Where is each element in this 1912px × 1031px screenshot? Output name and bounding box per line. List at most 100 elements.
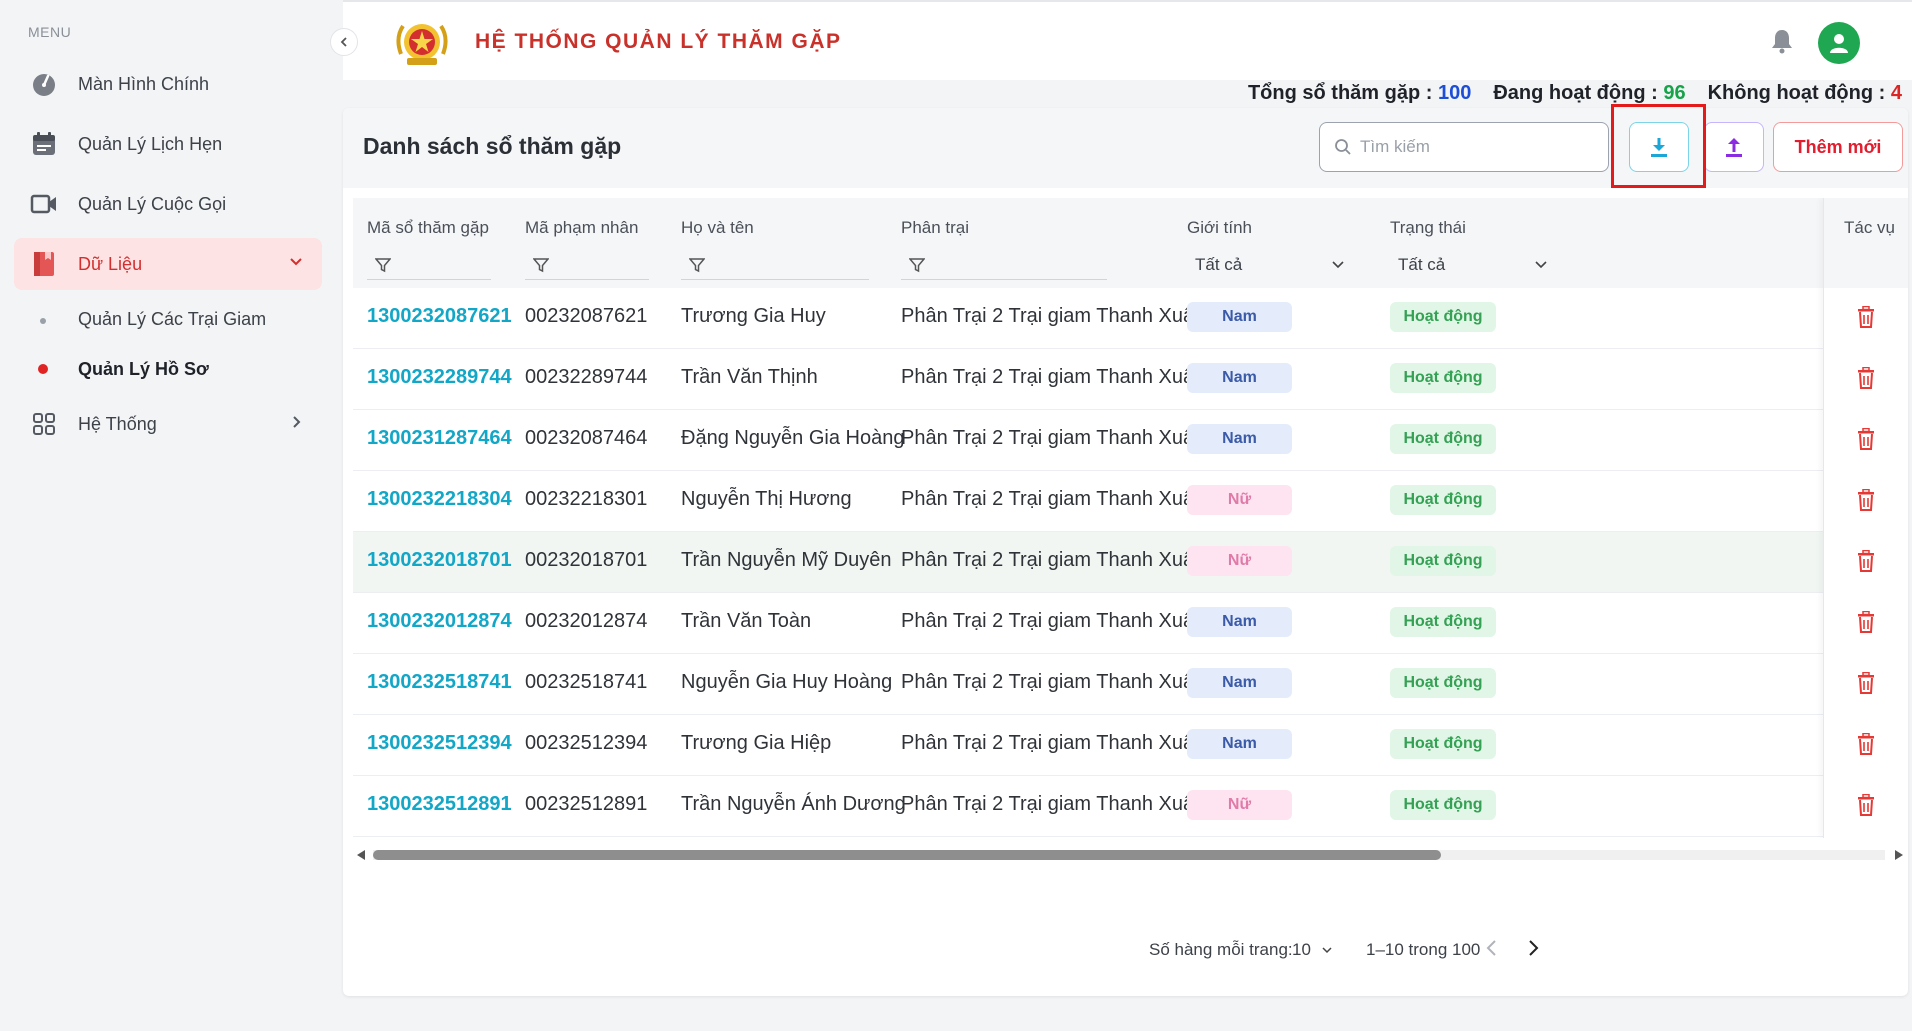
table-row[interactable]: 1300232012874 00232012874 Trần Văn Toàn Phâ… — [353, 593, 1908, 654]
grid-icon — [28, 408, 60, 440]
delete-trash-icon[interactable] — [1857, 366, 1875, 394]
chevron-right-icon — [288, 414, 304, 435]
scroll-left-arrow-icon[interactable] — [357, 850, 365, 860]
status-badge: Hoạt động — [1390, 302, 1496, 332]
filter-inmate[interactable] — [525, 250, 649, 280]
search-box[interactable] — [1319, 122, 1609, 172]
gender-badge: Nữ — [1187, 485, 1292, 515]
sidebar-subitem-records[interactable]: Quản Lý Hồ Sơ — [78, 359, 209, 380]
collapse-sidebar-button[interactable] — [330, 28, 358, 56]
stats-bar: Tổng sổ thăm gặp : 100 Đang hoạt động : … — [1248, 82, 1902, 105]
record-code-link[interactable]: 1300232218304 — [367, 488, 512, 511]
record-code-link[interactable]: 1300232087621 — [367, 305, 512, 328]
rows-per-page-select[interactable]: 10 — [1292, 940, 1333, 960]
search-input[interactable] — [1360, 137, 1590, 157]
full-name: Trần Nguyễn Mỹ Duyên — [681, 549, 892, 571]
table-row[interactable]: 130023250257100232502571Trần Văn HưngPhâ… — [353, 837, 1908, 838]
col-header-code[interactable]: Mã sổ thăm gặp — [367, 218, 489, 238]
prev-page-button[interactable] — [1484, 938, 1500, 963]
inmate-id: 00232218301 — [525, 488, 648, 510]
status-badge: Hoạt động — [1390, 546, 1496, 576]
user-avatar[interactable] — [1818, 22, 1860, 64]
status-badge: Hoạt động — [1390, 607, 1496, 637]
scroll-thumb[interactable] — [373, 850, 1441, 860]
sidebar-item-calls[interactable]: Quản Lý Cuộc Gọi — [14, 178, 322, 230]
table-row[interactable]: 1300232512394 00232512394 Trương Gia Hiệp P… — [353, 715, 1908, 776]
delete-trash-icon[interactable] — [1857, 427, 1875, 455]
full-name: Trần Văn Toàn — [681, 610, 812, 632]
upload-icon — [1726, 138, 1742, 157]
col-header-camp[interactable]: Phân trại — [901, 218, 969, 238]
pagination-range: 1–10 trong 100 — [1366, 940, 1481, 959]
inmate-id: 00232087464 — [525, 427, 648, 449]
record-code-link[interactable]: 1300231287464 — [367, 427, 512, 450]
col-header-inmate[interactable]: Mã phạm nhân — [525, 218, 638, 238]
table-row[interactable]: 1300232518741 00232518741 Nguyễn Gia Huy H… — [353, 654, 1908, 715]
add-new-button[interactable]: Thêm mới — [1773, 122, 1903, 172]
video-icon — [28, 188, 60, 220]
upload-button[interactable] — [1704, 122, 1764, 172]
record-code-link[interactable]: 1300232512394 — [367, 732, 512, 755]
delete-trash-icon[interactable] — [1857, 305, 1875, 333]
inmate-id: 00232512891 — [525, 793, 648, 815]
status-badge: Hoạt động — [1390, 668, 1496, 698]
scroll-right-arrow-icon[interactable] — [1895, 850, 1903, 860]
gender-badge: Nam — [1187, 729, 1292, 759]
gender-badge: Nam — [1187, 363, 1292, 393]
sidebar-subitem-camps[interactable]: Quản Lý Các Trại Giam — [78, 309, 266, 330]
delete-trash-icon[interactable] — [1857, 732, 1875, 760]
inmate-id: 00232512394 — [525, 732, 648, 754]
inmate-id: 00232518741 — [525, 671, 648, 693]
actions-column: Tác vụ — [1823, 198, 1908, 838]
status-badge: Hoạt động — [1390, 363, 1496, 393]
calendar-icon — [28, 128, 60, 160]
inmate-id: 00232087621 — [525, 305, 648, 327]
full-name: Đặng Nguyễn Gia Hoàng — [681, 427, 905, 449]
delete-trash-icon[interactable] — [1857, 793, 1875, 821]
police-emblem-logo — [393, 16, 451, 70]
sidebar-item-appointments[interactable]: Quản Lý Lịch Hẹn — [14, 118, 322, 170]
col-header-gender[interactable]: Giới tính — [1187, 218, 1252, 238]
table-row[interactable]: 1300232289744 00232289744 Trần Văn Thịnh Ph… — [353, 349, 1908, 410]
gender-filter-select[interactable]: Tất cả — [1195, 250, 1345, 280]
data-icon — [28, 248, 60, 280]
full-name: Nguyễn Gia Huy Hoàng — [681, 671, 893, 693]
sidebar-item-dashboard[interactable]: Màn Hình Chính — [14, 58, 322, 110]
sidebar-item-data[interactable]: Dữ Liệu — [14, 238, 322, 290]
record-code-link[interactable]: 1300232289744 — [367, 366, 512, 389]
filter-name[interactable] — [681, 250, 869, 280]
bell-icon[interactable] — [1770, 28, 1794, 59]
table-row[interactable]: 1300232018701 00232018701 Trần Nguyễn Mỹ D… — [353, 532, 1908, 593]
delete-trash-icon[interactable] — [1857, 488, 1875, 516]
gender-badge: Nam — [1187, 302, 1292, 332]
filter-camp[interactable] — [901, 250, 1107, 280]
delete-trash-icon[interactable] — [1857, 549, 1875, 577]
status-filter-select[interactable]: Tất cả — [1398, 250, 1548, 280]
gender-badge: Nam — [1187, 424, 1292, 454]
camp-name: Phân Trại 2 Trại giam Thanh Xuân — [901, 793, 1206, 815]
record-code-link[interactable]: 1300232018701 — [367, 549, 512, 572]
col-header-status[interactable]: Trạng thái — [1390, 218, 1466, 238]
table-row[interactable]: 1300232512891 00232512891 Trần Nguyễn Ánh … — [353, 776, 1908, 837]
panel-header: Danh sách sổ thăm gặp Thêm mới — [343, 104, 1908, 188]
table-row[interactable]: 1300232087621 00232087621 Trương Gia Huy Ph… — [353, 288, 1908, 349]
next-page-button[interactable] — [1525, 938, 1541, 963]
record-code-link[interactable]: 1300232012874 — [367, 610, 512, 633]
record-code-link[interactable]: 1300232518741 — [367, 671, 512, 694]
delete-trash-icon[interactable] — [1857, 610, 1875, 638]
stat-inactive: Không hoạt động : 4 — [1708, 82, 1902, 105]
table-row[interactable]: 1300231287464 00232087464 Đặng Nguyễn Gia … — [353, 410, 1908, 471]
delete-trash-icon[interactable] — [1857, 671, 1875, 699]
col-header-name[interactable]: Họ và tên — [681, 218, 754, 238]
sidebar-item-system[interactable]: Hệ Thống — [14, 398, 322, 450]
horizontal-scrollbar[interactable] — [357, 848, 1903, 862]
record-code-link[interactable]: 1300232512891 — [367, 793, 512, 816]
table-row[interactable]: 1300232218304 00232218301 Nguyễn Thị Hương… — [353, 471, 1908, 532]
stat-active-value: 96 — [1663, 82, 1686, 104]
camp-name: Phân Trại 2 Trại giam Thanh Xuân — [901, 366, 1206, 388]
stat-inactive-value: 4 — [1890, 82, 1902, 104]
status-badge: Hoạt động — [1390, 729, 1496, 759]
sidebar-item-label: Quản Lý Lịch Hẹn — [78, 133, 223, 154]
gender-badge: Nữ — [1187, 790, 1292, 820]
filter-code[interactable] — [367, 250, 491, 280]
